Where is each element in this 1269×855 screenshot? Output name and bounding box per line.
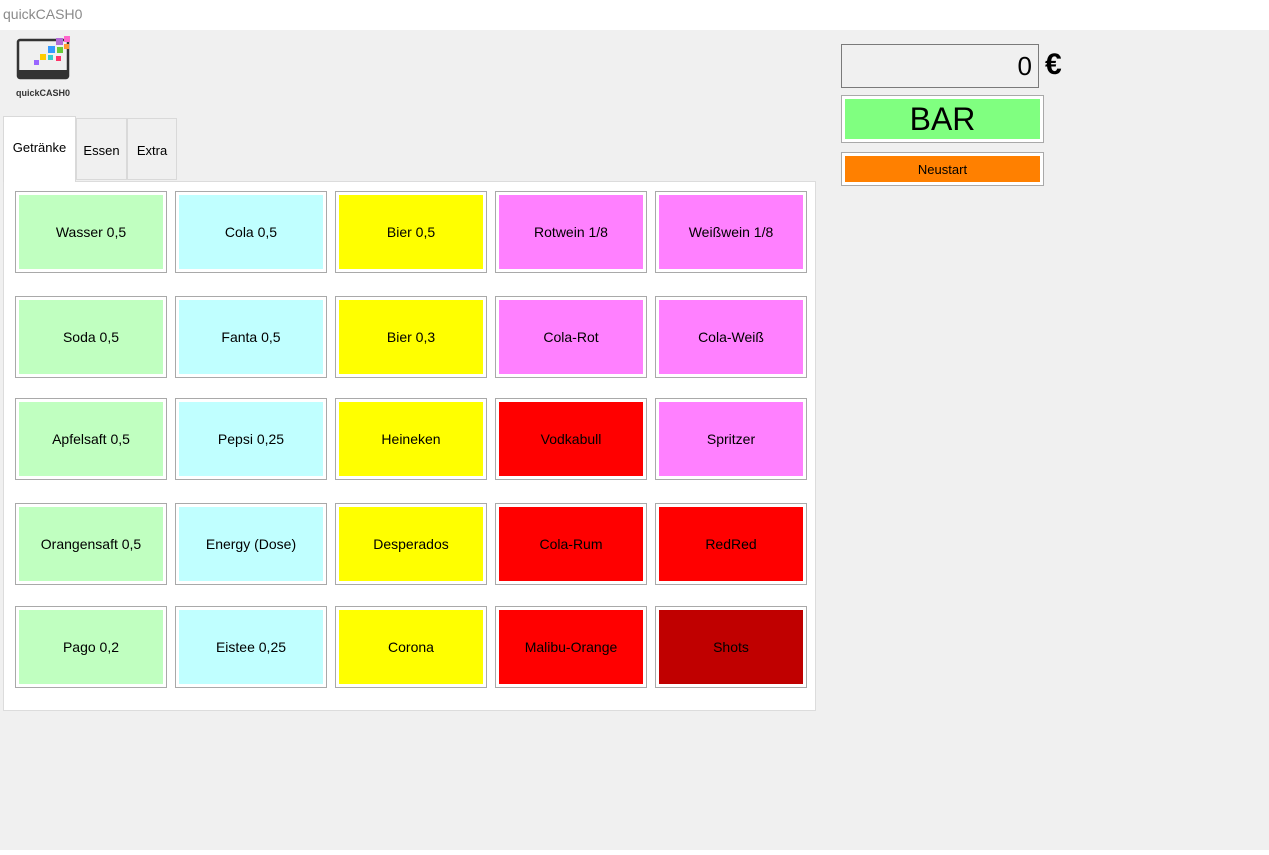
bottom-edge xyxy=(0,850,1269,855)
product-button[interactable]: Soda 0,5 xyxy=(15,296,167,378)
product-button[interactable]: Energy (Dose) xyxy=(175,503,327,585)
product-button[interactable]: Desperados xyxy=(335,503,487,585)
product-button[interactable]: Malibu-Orange xyxy=(495,606,647,688)
product-button[interactable]: Cola-Weiß xyxy=(655,296,807,378)
product-button[interactable]: Pepsi 0,25 xyxy=(175,398,327,480)
product-button[interactable]: Cola-Rot xyxy=(495,296,647,378)
product-button[interactable]: Orangensaft 0,5 xyxy=(15,503,167,585)
tab-essen[interactable]: Essen xyxy=(76,118,127,180)
tab-extra[interactable]: Extra xyxy=(127,118,177,180)
product-button[interactable]: Weißwein 1/8 xyxy=(655,191,807,273)
total-display: 0 xyxy=(841,44,1039,88)
product-button[interactable]: Shots xyxy=(655,606,807,688)
product-button[interactable]: Heineken xyxy=(335,398,487,480)
product-button[interactable]: Eistee 0,25 xyxy=(175,606,327,688)
logo-text: quickCASH0 xyxy=(15,88,70,98)
product-button[interactable]: Apfelsaft 0,5 xyxy=(15,398,167,480)
product-button[interactable]: Vodkabull xyxy=(495,398,647,480)
product-button[interactable]: Spritzer xyxy=(655,398,807,480)
product-button[interactable]: Corona xyxy=(335,606,487,688)
window-title: quickCASH0 xyxy=(0,0,1269,30)
bar-payment-button[interactable]: BAR xyxy=(841,95,1044,143)
product-button[interactable]: Cola 0,5 xyxy=(175,191,327,273)
product-button[interactable]: Cola-Rum xyxy=(495,503,647,585)
currency-symbol: € xyxy=(1045,48,1062,81)
app-logo: quickCASH0 xyxy=(12,36,78,100)
product-button[interactable]: Pago 0,2 xyxy=(15,606,167,688)
tab-getraenke[interactable]: Getränke xyxy=(3,116,76,182)
product-button[interactable]: Bier 0,3 xyxy=(335,296,487,378)
products-panel: Wasser 0,5 Cola 0,5 Bier 0,5 Rotwein 1/8 Wei… xyxy=(3,181,816,711)
product-button[interactable]: Fanta 0,5 xyxy=(175,296,327,378)
logo-icon xyxy=(16,36,70,80)
product-button[interactable]: RedRed xyxy=(655,503,807,585)
restart-button[interactable]: Neustart xyxy=(841,152,1044,186)
product-button[interactable]: Wasser 0,5 xyxy=(15,191,167,273)
product-button[interactable]: Bier 0,5 xyxy=(335,191,487,273)
product-button[interactable]: Rotwein 1/8 xyxy=(495,191,647,273)
